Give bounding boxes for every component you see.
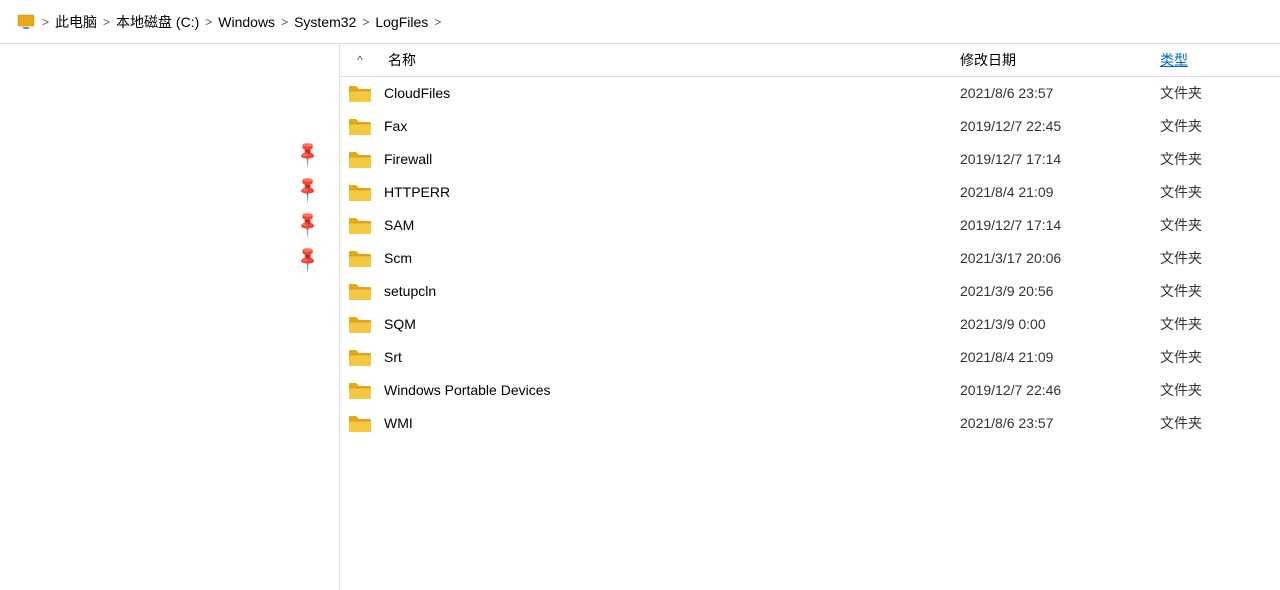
file-name: SAM <box>380 217 960 233</box>
file-date: 2019/12/7 17:14 <box>960 217 1160 233</box>
folder-icon-cell <box>340 83 380 103</box>
breadcrumb-logfiles[interactable]: LogFiles <box>375 14 428 30</box>
folder-icon <box>348 83 372 103</box>
sep-4: > <box>281 15 288 29</box>
file-date: 2021/8/6 23:57 <box>960 85 1160 101</box>
file-type: 文件夹 <box>1160 347 1280 367</box>
folder-icon <box>348 182 372 202</box>
col-type-header[interactable]: 类型 <box>1160 50 1280 70</box>
folder-icon-cell <box>340 314 380 334</box>
computer-icon <box>16 13 36 31</box>
file-name: Fax <box>380 118 960 134</box>
file-date: 2019/12/7 22:46 <box>960 382 1160 398</box>
file-date: 2019/12/7 17:14 <box>960 151 1160 167</box>
file-name: SQM <box>380 316 960 332</box>
pin-icon-3[interactable]: 📌 <box>292 209 323 240</box>
folder-icon-cell <box>340 215 380 235</box>
col-date-header[interactable]: 修改日期 <box>960 50 1160 70</box>
file-name: CloudFiles <box>380 85 960 101</box>
folder-icon-cell <box>340 380 380 400</box>
column-header: ^ 名称 修改日期 类型 <box>340 44 1280 77</box>
table-row[interactable]: SQM 2021/3/9 0:00 文件夹 <box>340 308 1280 341</box>
sep-1: > <box>42 15 49 29</box>
folder-icon-cell <box>340 149 380 169</box>
table-row[interactable]: Srt 2021/8/4 21:09 文件夹 <box>340 341 1280 374</box>
file-date: 2019/12/7 22:45 <box>960 118 1160 134</box>
file-type: 文件夹 <box>1160 248 1280 268</box>
file-date: 2021/8/6 23:57 <box>960 415 1160 431</box>
folder-icon-cell <box>340 347 380 367</box>
file-rows-container: CloudFiles 2021/8/6 23:57 文件夹 Fax 2019/1… <box>340 77 1280 440</box>
file-date: 2021/8/4 21:09 <box>960 349 1160 365</box>
file-name: HTTPERR <box>380 184 960 200</box>
sep-3: > <box>205 15 212 29</box>
file-name: Scm <box>380 250 960 266</box>
sep-2: > <box>103 15 110 29</box>
sidebar: 📌 📌 📌 📌 <box>0 44 340 590</box>
breadcrumb-this-pc[interactable]: 此电脑 <box>55 12 97 32</box>
table-row[interactable]: WMI 2021/8/6 23:57 文件夹 <box>340 407 1280 440</box>
table-row[interactable]: CloudFiles 2021/8/6 23:57 文件夹 <box>340 77 1280 110</box>
file-type: 文件夹 <box>1160 116 1280 136</box>
table-row[interactable]: SAM 2019/12/7 17:14 文件夹 <box>340 209 1280 242</box>
pin-icon-2[interactable]: 📌 <box>292 174 323 205</box>
table-row[interactable]: Firewall 2019/12/7 17:14 文件夹 <box>340 143 1280 176</box>
table-row[interactable]: setupcln 2021/3/9 20:56 文件夹 <box>340 275 1280 308</box>
file-name: Windows Portable Devices <box>380 382 960 398</box>
sep-5: > <box>362 15 369 29</box>
folder-icon <box>348 281 372 301</box>
table-row[interactable]: HTTPERR 2021/8/4 21:09 文件夹 <box>340 176 1280 209</box>
file-name: Firewall <box>380 151 960 167</box>
file-type: 文件夹 <box>1160 149 1280 169</box>
folder-icon-cell <box>340 182 380 202</box>
file-type: 文件夹 <box>1160 314 1280 334</box>
file-date: 2021/3/9 20:56 <box>960 283 1160 299</box>
table-row[interactable]: Windows Portable Devices 2019/12/7 22:46… <box>340 374 1280 407</box>
breadcrumb-local-disk[interactable]: 本地磁盘 (C:) <box>116 12 199 32</box>
file-name: setupcln <box>380 283 960 299</box>
file-list-area: ^ 名称 修改日期 类型 CloudFiles 2021/8/6 23:57 文… <box>340 44 1280 590</box>
folder-icon <box>348 149 372 169</box>
sep-6: > <box>434 15 441 29</box>
pin-icon-4[interactable]: 📌 <box>292 244 323 275</box>
folder-icon <box>348 248 372 268</box>
file-date: 2021/3/9 0:00 <box>960 316 1160 332</box>
file-name: WMI <box>380 415 960 431</box>
folder-icon <box>348 215 372 235</box>
file-type: 文件夹 <box>1160 215 1280 235</box>
folder-icon-cell <box>340 413 380 433</box>
file-name: Srt <box>380 349 960 365</box>
folder-icon-cell <box>340 281 380 301</box>
breadcrumb-windows[interactable]: Windows <box>218 14 275 30</box>
file-type: 文件夹 <box>1160 83 1280 103</box>
file-type: 文件夹 <box>1160 281 1280 301</box>
file-type: 文件夹 <box>1160 380 1280 400</box>
folder-icon <box>348 380 372 400</box>
breadcrumb: > 此电脑 > 本地磁盘 (C:) > Windows > System32 >… <box>0 0 1280 44</box>
file-date: 2021/3/17 20:06 <box>960 250 1160 266</box>
folder-icon <box>348 314 372 334</box>
pin-icon-1[interactable]: 📌 <box>292 139 323 170</box>
folder-icon <box>348 413 372 433</box>
file-type: 文件夹 <box>1160 182 1280 202</box>
folder-icon <box>348 116 372 136</box>
file-type: 文件夹 <box>1160 413 1280 433</box>
table-row[interactable]: Fax 2019/12/7 22:45 文件夹 <box>340 110 1280 143</box>
folder-icon-cell <box>340 116 380 136</box>
file-date: 2021/8/4 21:09 <box>960 184 1160 200</box>
folder-icon <box>348 347 372 367</box>
table-row[interactable]: Scm 2021/3/17 20:06 文件夹 <box>340 242 1280 275</box>
col-name-header[interactable]: 名称 <box>380 50 960 70</box>
sort-arrow[interactable]: ^ <box>340 53 380 67</box>
breadcrumb-system32[interactable]: System32 <box>294 14 356 30</box>
folder-icon-cell <box>340 248 380 268</box>
